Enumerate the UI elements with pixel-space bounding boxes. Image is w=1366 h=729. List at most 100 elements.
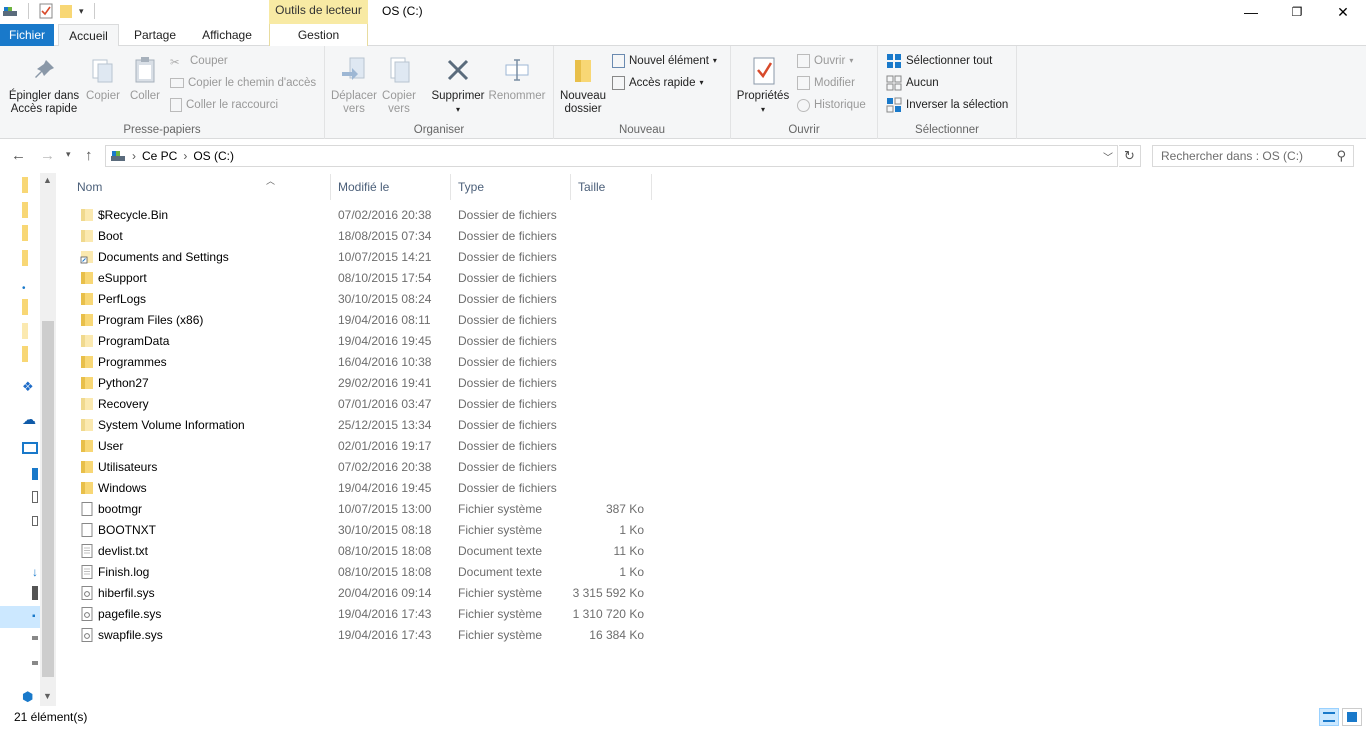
breadcrumb-os-c[interactable]: OS (C:): [193, 149, 234, 163]
paste-button[interactable]: Coller: [126, 54, 164, 103]
file-row[interactable]: Boot 18/08/2015 07:34 Dossier de fichiers: [70, 226, 660, 247]
scroll-up-icon[interactable]: ▲: [43, 175, 52, 185]
file-row[interactable]: $Recycle.Bin 07/02/2016 20:38 Dossier de f…: [70, 205, 660, 226]
select-all-button[interactable]: Sélectionner tout: [886, 51, 992, 71]
search-input[interactable]: Rechercher dans : OS (C:) ⚲: [1152, 145, 1354, 167]
download-icon[interactable]: •: [22, 283, 38, 299]
file-row[interactable]: Windows 19/04/2016 19:45 Dossier de fichie…: [70, 478, 660, 499]
move-to-button[interactable]: Déplacer vers: [329, 54, 379, 116]
file-row[interactable]: bootmgr 10/07/2015 13:00 Fichier système 38…: [70, 499, 660, 520]
onedrive-icon[interactable]: ☁: [22, 411, 38, 427]
breadcrumb-this-pc[interactable]: Ce PC: [142, 149, 177, 163]
file-row[interactable]: User 02/01/2016 19:17 Dossier de fichiers: [70, 436, 660, 457]
quick-access-folder-icon[interactable]: [22, 225, 28, 241]
tab-view[interactable]: Affichage: [192, 24, 262, 46]
new-item-button[interactable]: Nouvel élément ▾: [612, 51, 717, 71]
column-header-modified[interactable]: Modifié le: [331, 174, 451, 200]
column-header-size[interactable]: Taille: [571, 174, 652, 200]
new-folder-icon[interactable]: [59, 3, 73, 19]
file-row[interactable]: eSupport 08/10/2015 17:54 Dossier de fichi…: [70, 268, 660, 289]
customize-qat-icon[interactable]: ▾: [79, 6, 84, 17]
file-row[interactable]: PerfLogs 30/10/2015 08:24 Dossier de fichi…: [70, 289, 660, 310]
scroll-down-icon[interactable]: ▼: [43, 691, 52, 701]
copy-to-button[interactable]: Copier vers: [377, 54, 421, 116]
back-arrow-icon[interactable]: ←: [11, 147, 26, 164]
restore-button[interactable]: ❐: [1274, 0, 1320, 24]
this-pc-icon[interactable]: [22, 442, 38, 454]
quick-access-folder-icon[interactable]: [22, 177, 28, 193]
rename-button[interactable]: Renommer: [487, 54, 547, 103]
dropbox-icon[interactable]: ❖: [22, 379, 38, 395]
up-arrow-icon[interactable]: ↑: [85, 147, 93, 164]
quick-access-folder-icon[interactable]: [22, 346, 28, 362]
edit-button[interactable]: Modifier: [797, 73, 855, 93]
tab-home[interactable]: Accueil: [58, 24, 119, 47]
pictures-icon[interactable]: [32, 516, 38, 526]
file-row[interactable]: System Volume Information 25/12/2015 13:3…: [70, 415, 660, 436]
network-icon[interactable]: ⬢: [22, 689, 38, 705]
close-button[interactable]: ✕: [1320, 0, 1366, 24]
copy-path-button[interactable]: Copier le chemin d'accès: [170, 73, 316, 93]
select-none-button[interactable]: Aucun: [886, 73, 939, 93]
quick-access-folder-icon[interactable]: [22, 299, 28, 315]
details-view-button[interactable]: [1319, 708, 1339, 726]
large-icons-view-button[interactable]: [1342, 708, 1362, 726]
open-button[interactable]: Ouvrir ▾: [797, 51, 853, 71]
paste-shortcut-button[interactable]: Coller le raccourci: [170, 95, 278, 115]
desktop-icon[interactable]: [32, 468, 38, 480]
history-button[interactable]: Historique: [797, 95, 866, 115]
file-row[interactable]: Finish.log 08/10/2015 18:08 Document texte…: [70, 562, 660, 583]
file-row[interactable]: swapfile.sys 19/04/2016 17:43 Fichier syst…: [70, 625, 660, 646]
tab-share[interactable]: Partage: [124, 24, 186, 46]
file-row[interactable]: hiberfil.sys 20/04/2016 09:14 Fichier syst…: [70, 583, 660, 604]
drive-icon[interactable]: [32, 661, 38, 665]
select-none-icon: [886, 75, 902, 91]
address-dropdown-icon[interactable]: ﹀: [1103, 149, 1113, 164]
properties-icon[interactable]: [39, 3, 53, 19]
tab-manage[interactable]: Gestion: [269, 24, 368, 46]
new-folder-button[interactable]: Nouveau dossier: [556, 54, 610, 116]
recent-locations-icon[interactable]: ▾: [66, 149, 71, 160]
file-row[interactable]: BOOTNXT 30/10/2015 08:18 Fichier système 1 …: [70, 520, 660, 541]
invert-selection-button[interactable]: Inverser la sélection: [886, 95, 1008, 115]
pin-quick-access-button[interactable]: Épingler dans Accès rapide: [6, 54, 82, 116]
file-row[interactable]: Documents and Settings 10/07/2015 14:21 Do…: [70, 247, 660, 268]
nav-pane-scrollbar[interactable]: ▲ ▼: [40, 173, 56, 706]
file-row[interactable]: ProgramData 19/04/2016 19:45 Dossier de fi…: [70, 331, 660, 352]
copy-button[interactable]: Copier: [84, 54, 122, 103]
file-modified: 08/10/2015 18:08: [338, 544, 432, 558]
tab-file[interactable]: Fichier: [0, 24, 54, 46]
address-bar[interactable]: › Ce PC › OS (C:) ﹀: [105, 145, 1118, 167]
file-row[interactable]: Programmes 16/04/2016 10:38 Dossier de fic…: [70, 352, 660, 373]
file-row[interactable]: pagefile.sys 19/04/2016 17:43 Fichier syst…: [70, 604, 660, 625]
delete-dropdown-icon[interactable]: ▾: [456, 105, 460, 114]
search-icon: ⚲: [1336, 148, 1346, 163]
file-modified: 16/04/2016 10:38: [338, 355, 432, 369]
scrollbar-thumb[interactable]: [42, 321, 54, 677]
column-header-name[interactable]: Nom: [70, 174, 331, 200]
refresh-icon[interactable]: ↻: [1119, 145, 1141, 167]
quick-access-folder-icon[interactable]: [22, 202, 28, 218]
delete-button[interactable]: Supprimer ▾: [429, 54, 487, 116]
properties-dropdown-icon[interactable]: ▾: [761, 105, 765, 114]
quick-access-folder-icon[interactable]: [22, 250, 28, 266]
file-row[interactable]: Python27 29/02/2016 19:41 Dossier de fichi…: [70, 373, 660, 394]
breadcrumb-chevron-icon[interactable]: ›: [183, 149, 187, 163]
file-row[interactable]: Program Files (x86) 19/04/2016 08:11 Dossi…: [70, 310, 660, 331]
cut-button[interactable]: ✂ Couper: [170, 51, 228, 71]
file-size: 1 Ko: [619, 565, 644, 579]
file-row[interactable]: Recovery 07/01/2016 03:47 Dossier de fichi…: [70, 394, 660, 415]
quick-access-folder-icon[interactable]: [22, 323, 28, 339]
minimize-button[interactable]: —: [1228, 0, 1274, 24]
file-row[interactable]: Utilisateurs 07/02/2016 20:38 Dossier de f…: [70, 457, 660, 478]
paste-shortcut-label: Coller le raccourci: [186, 99, 279, 111]
documents-icon[interactable]: [32, 491, 38, 503]
breadcrumb-chevron-icon[interactable]: ›: [132, 149, 136, 163]
file-row[interactable]: devlist.txt 08/10/2015 18:08 Document text…: [70, 541, 660, 562]
music-icon[interactable]: [32, 586, 38, 600]
easy-access-button[interactable]: Accès rapide ▾: [612, 73, 704, 93]
properties-button[interactable]: Propriétés ▾: [735, 54, 791, 116]
column-header-type[interactable]: Type: [451, 174, 571, 200]
forward-arrow-icon[interactable]: →: [40, 147, 55, 164]
drive-icon[interactable]: [32, 636, 38, 640]
